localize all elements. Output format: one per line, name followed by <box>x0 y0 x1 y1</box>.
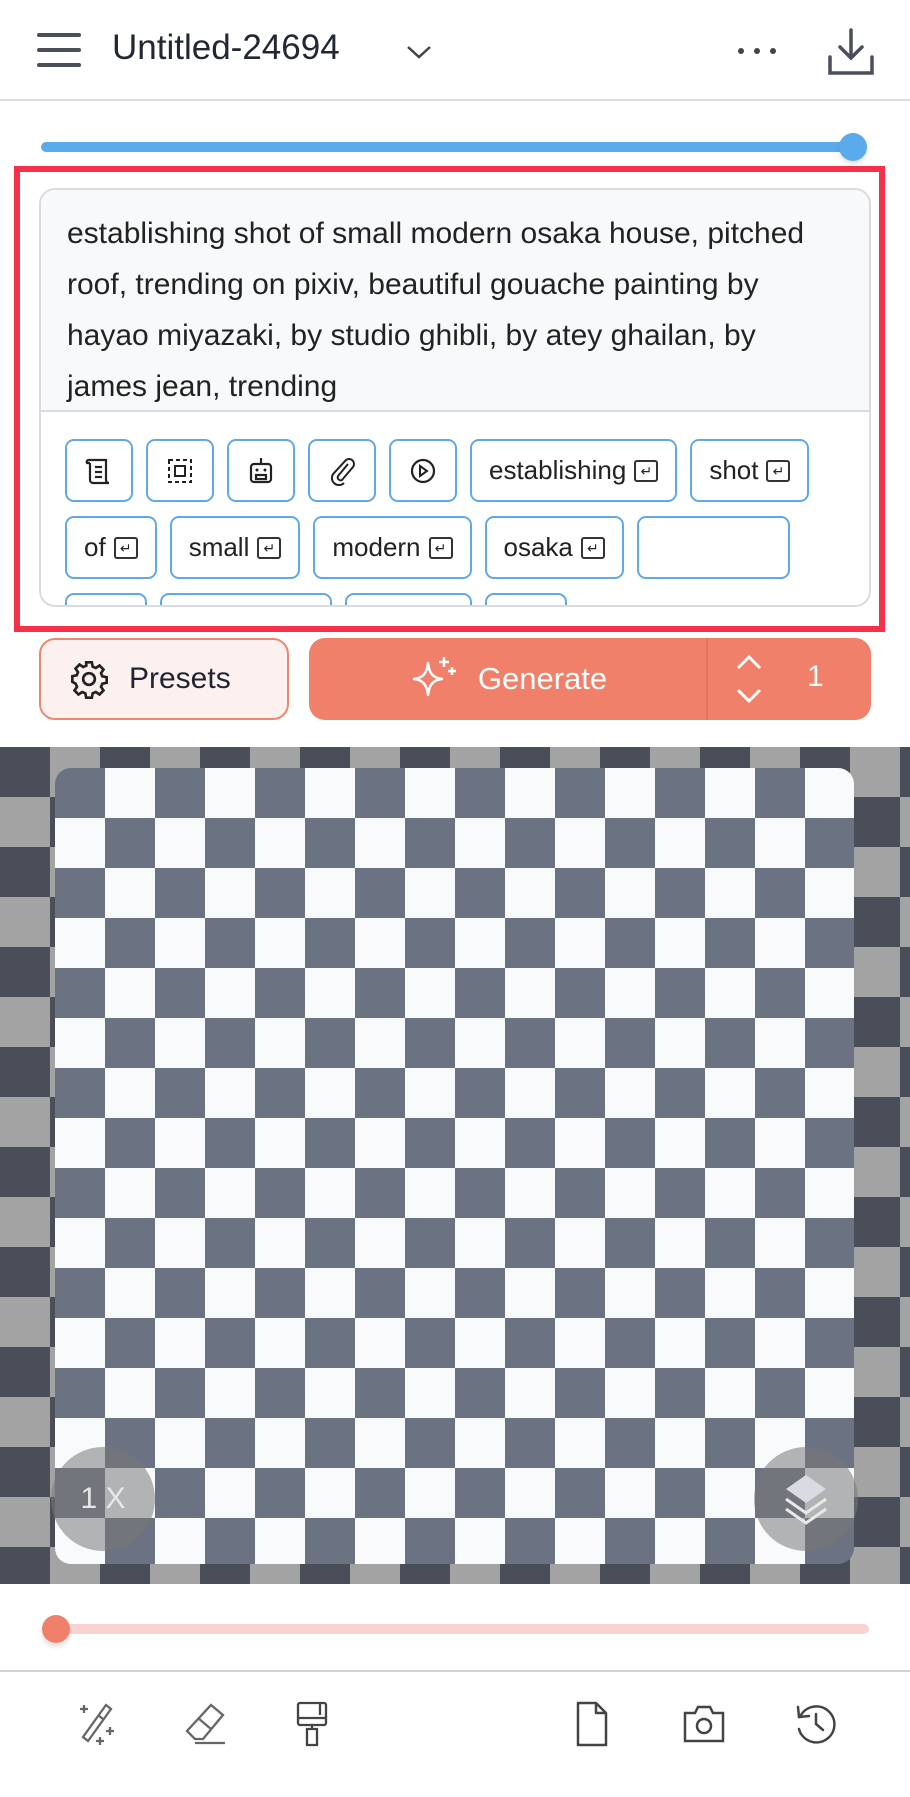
top-slider-thumb[interactable] <box>839 133 867 161</box>
enter-icon: ↵ <box>428 536 453 559</box>
zoom-level-badge[interactable]: 1 X <box>51 1447 155 1551</box>
chip-label: shot <box>709 455 759 485</box>
token-chip[interactable]: modern ↵ <box>313 516 472 579</box>
play-circle-icon[interactable] <box>389 439 457 502</box>
top-slider[interactable] <box>41 133 871 166</box>
enter-icon: ↵ <box>580 536 605 559</box>
bottom-slider-track <box>55 1624 869 1634</box>
enter-icon: ↵ <box>634 459 659 482</box>
generate-button-group: Generate 1 <box>309 638 871 720</box>
chip-label: osaka <box>503 532 573 562</box>
token-chip[interactable] <box>65 593 147 605</box>
magic-wand-icon[interactable] <box>70 1696 126 1752</box>
document-title[interactable]: Untitled-24694 <box>112 28 340 68</box>
token-chip[interactable]: osaka ↵ <box>484 516 624 579</box>
generate-label: Generate <box>477 661 608 696</box>
layers-button[interactable] <box>754 1447 858 1551</box>
app-header: Untitled-24694 <box>0 0 910 101</box>
enter-icon: ↵ <box>257 536 282 559</box>
sparkle-icon <box>412 657 456 697</box>
divider <box>706 638 708 720</box>
camera-icon[interactable] <box>676 1696 732 1752</box>
chip-label: modern <box>332 532 421 562</box>
token-chip[interactable]: small ↵ <box>169 516 301 579</box>
token-chip[interactable]: establishing ↵ <box>470 439 678 502</box>
file-icon[interactable] <box>564 1696 620 1752</box>
prompt-editor: establishing shot of small modern osaka … <box>39 188 871 607</box>
enter-icon: ↵ <box>766 459 791 482</box>
eraser-icon[interactable] <box>178 1696 234 1752</box>
zoom-level: 1 X <box>80 1482 126 1515</box>
chip-label: of <box>84 532 106 562</box>
presets-label: Presets <box>129 662 231 695</box>
count-stepper[interactable] <box>729 650 769 708</box>
ellipsis-icon[interactable] <box>732 36 782 66</box>
hamburger-icon[interactable] <box>36 30 82 70</box>
chip-label: small <box>188 532 250 562</box>
chevron-down-icon[interactable] <box>404 40 434 64</box>
token-chip[interactable] <box>485 593 567 605</box>
token-chip[interactable]: of ↵ <box>65 516 157 579</box>
layers-icon <box>785 1475 827 1525</box>
generate-button[interactable]: Generate <box>309 638 706 720</box>
scroll-icon[interactable] <box>65 439 133 502</box>
gear-icon <box>71 661 108 699</box>
bottom-slider[interactable] <box>40 1614 872 1644</box>
robot-icon[interactable] <box>227 439 295 502</box>
bottom-slider-thumb[interactable] <box>42 1615 70 1643</box>
token-chip[interactable] <box>345 593 472 605</box>
canvas-transparent[interactable] <box>55 768 854 1564</box>
top-slider-track <box>41 142 856 152</box>
token-chips: establishing ↵ shot ↵ of ↵ small ↵ modern ↵ o… <box>41 412 869 605</box>
download-icon[interactable] <box>824 26 878 78</box>
stepper-chevrons-icon <box>736 654 762 704</box>
generate-count: 1 <box>807 660 824 693</box>
token-chip[interactable] <box>160 593 332 605</box>
history-icon[interactable] <box>788 1696 844 1752</box>
token-chip[interactable]: shot ↵ <box>690 439 810 502</box>
toolbar-divider <box>0 1670 910 1672</box>
enter-icon: ↵ <box>113 536 138 559</box>
paperclip-icon[interactable] <box>308 439 376 502</box>
token-chip[interactable] <box>636 516 790 579</box>
canvas-area[interactable]: 1 X <box>0 747 910 1584</box>
paint-brush-icon[interactable] <box>284 1696 340 1752</box>
chip-label: establishing <box>489 455 627 485</box>
prompt-textarea[interactable]: establishing shot of small modern osaka … <box>41 190 869 412</box>
select-frame-icon[interactable] <box>146 439 214 502</box>
presets-button[interactable]: Presets <box>39 638 289 720</box>
